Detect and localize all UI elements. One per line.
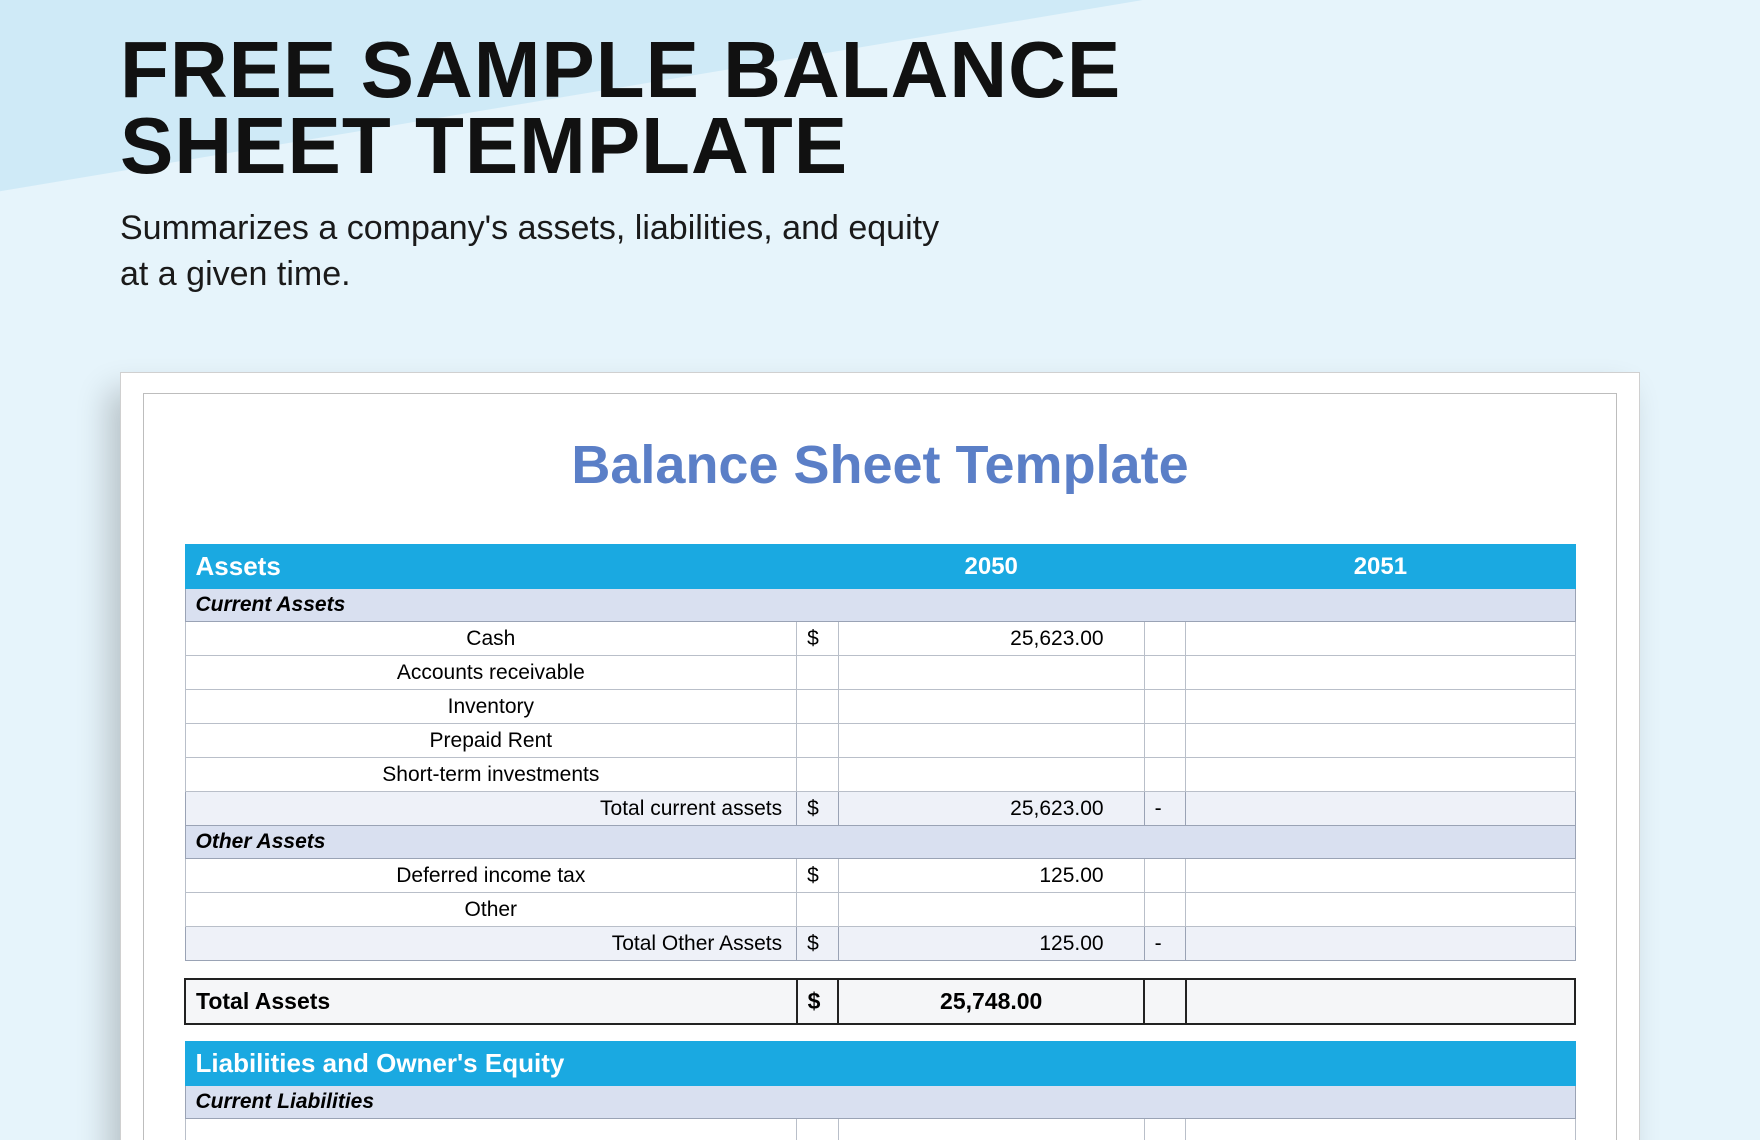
- row-name: Other: [185, 893, 797, 927]
- row-name: Short-term investments: [185, 758, 797, 792]
- document-inner: Balance Sheet Template Assets 2050 2051 …: [143, 393, 1617, 1140]
- section-header-liabilities: Liabilities and Owner's Equity: [185, 1042, 1575, 1086]
- subtotal-y2: -: [1144, 927, 1186, 961]
- liabilities-label: Liabilities and Owner's Equity: [185, 1042, 1575, 1086]
- current-liabilities-label: Current Liabilities: [185, 1086, 1575, 1119]
- currency-symbol: $: [797, 622, 839, 656]
- total-assets-row: Total Assets $ 25,748.00: [185, 979, 1575, 1024]
- table-row: Inventory: [185, 690, 1575, 724]
- section-header-assets: Assets 2050 2051: [185, 545, 1575, 589]
- row-value-y1: 25,623.00: [838, 622, 1144, 656]
- page-subtitle: Summarizes a company's assets, liabiliti…: [120, 206, 940, 298]
- table-row: Cash $ 25,623.00: [185, 622, 1575, 656]
- page-title: FREE SAMPLE BALANCE SHEET TEMPLATE: [120, 32, 1320, 184]
- row-value-y2: [1186, 622, 1575, 656]
- row-name: Accounts receivable: [185, 656, 797, 690]
- subtotal-name: Total current assets: [185, 792, 797, 826]
- table-row: Deferred income tax $ 125.00: [185, 859, 1575, 893]
- subsection-current-liabilities: Current Liabilities: [185, 1086, 1575, 1119]
- total-assets-label: Total Assets: [185, 979, 797, 1024]
- row-name: Cash: [185, 622, 797, 656]
- year-1: 2050: [838, 545, 1144, 589]
- currency-symbol: $: [797, 979, 839, 1024]
- spacer: [185, 1024, 1575, 1042]
- year-2: 2051: [1186, 545, 1575, 589]
- row-name: Deferred income tax: [185, 859, 797, 893]
- document-sheet: Balance Sheet Template Assets 2050 2051 …: [120, 372, 1640, 1140]
- template-preview: FREE SAMPLE BALANCE SHEET TEMPLATE Summa…: [0, 0, 1760, 1140]
- total-assets-y1: 25,748.00: [838, 979, 1144, 1024]
- current-assets-label: Current Assets: [185, 589, 1575, 622]
- header: FREE SAMPLE BALANCE SHEET TEMPLATE Summa…: [120, 32, 1320, 298]
- subtotal-row: Total Other Assets $ 125.00 -: [185, 927, 1575, 961]
- subtotal-y1: 25,623.00: [838, 792, 1144, 826]
- title-line-2: SHEET TEMPLATE: [120, 101, 848, 190]
- currency-symbol: $: [797, 792, 839, 826]
- sheet-title: Balance Sheet Template: [184, 434, 1576, 496]
- spacer: [185, 961, 1575, 979]
- currency-symbol: $: [797, 859, 839, 893]
- row-value-y1: 125.00: [838, 859, 1144, 893]
- assets-label: Assets: [185, 545, 797, 589]
- balance-sheet-table: Assets 2050 2051 Current Assets Cash $ 2…: [184, 544, 1576, 1140]
- row-name: Prepaid Rent: [185, 724, 797, 758]
- subtotal-row: Total current assets $ 25,623.00 -: [185, 792, 1575, 826]
- subsection-current-assets: Current Assets: [185, 589, 1575, 622]
- other-assets-label: Other Assets: [185, 826, 1575, 859]
- table-row: [185, 1119, 1575, 1140]
- table-row: Short-term investments: [185, 758, 1575, 792]
- subsection-other-assets: Other Assets: [185, 826, 1575, 859]
- row-name: Inventory: [185, 690, 797, 724]
- subtotal-y2: -: [1144, 792, 1186, 826]
- table-row: Other: [185, 893, 1575, 927]
- subtotal-y1: 125.00: [838, 927, 1144, 961]
- subtotal-name: Total Other Assets: [185, 927, 797, 961]
- table-row: Prepaid Rent: [185, 724, 1575, 758]
- table-row: Accounts receivable: [185, 656, 1575, 690]
- currency-symbol: $: [797, 927, 839, 961]
